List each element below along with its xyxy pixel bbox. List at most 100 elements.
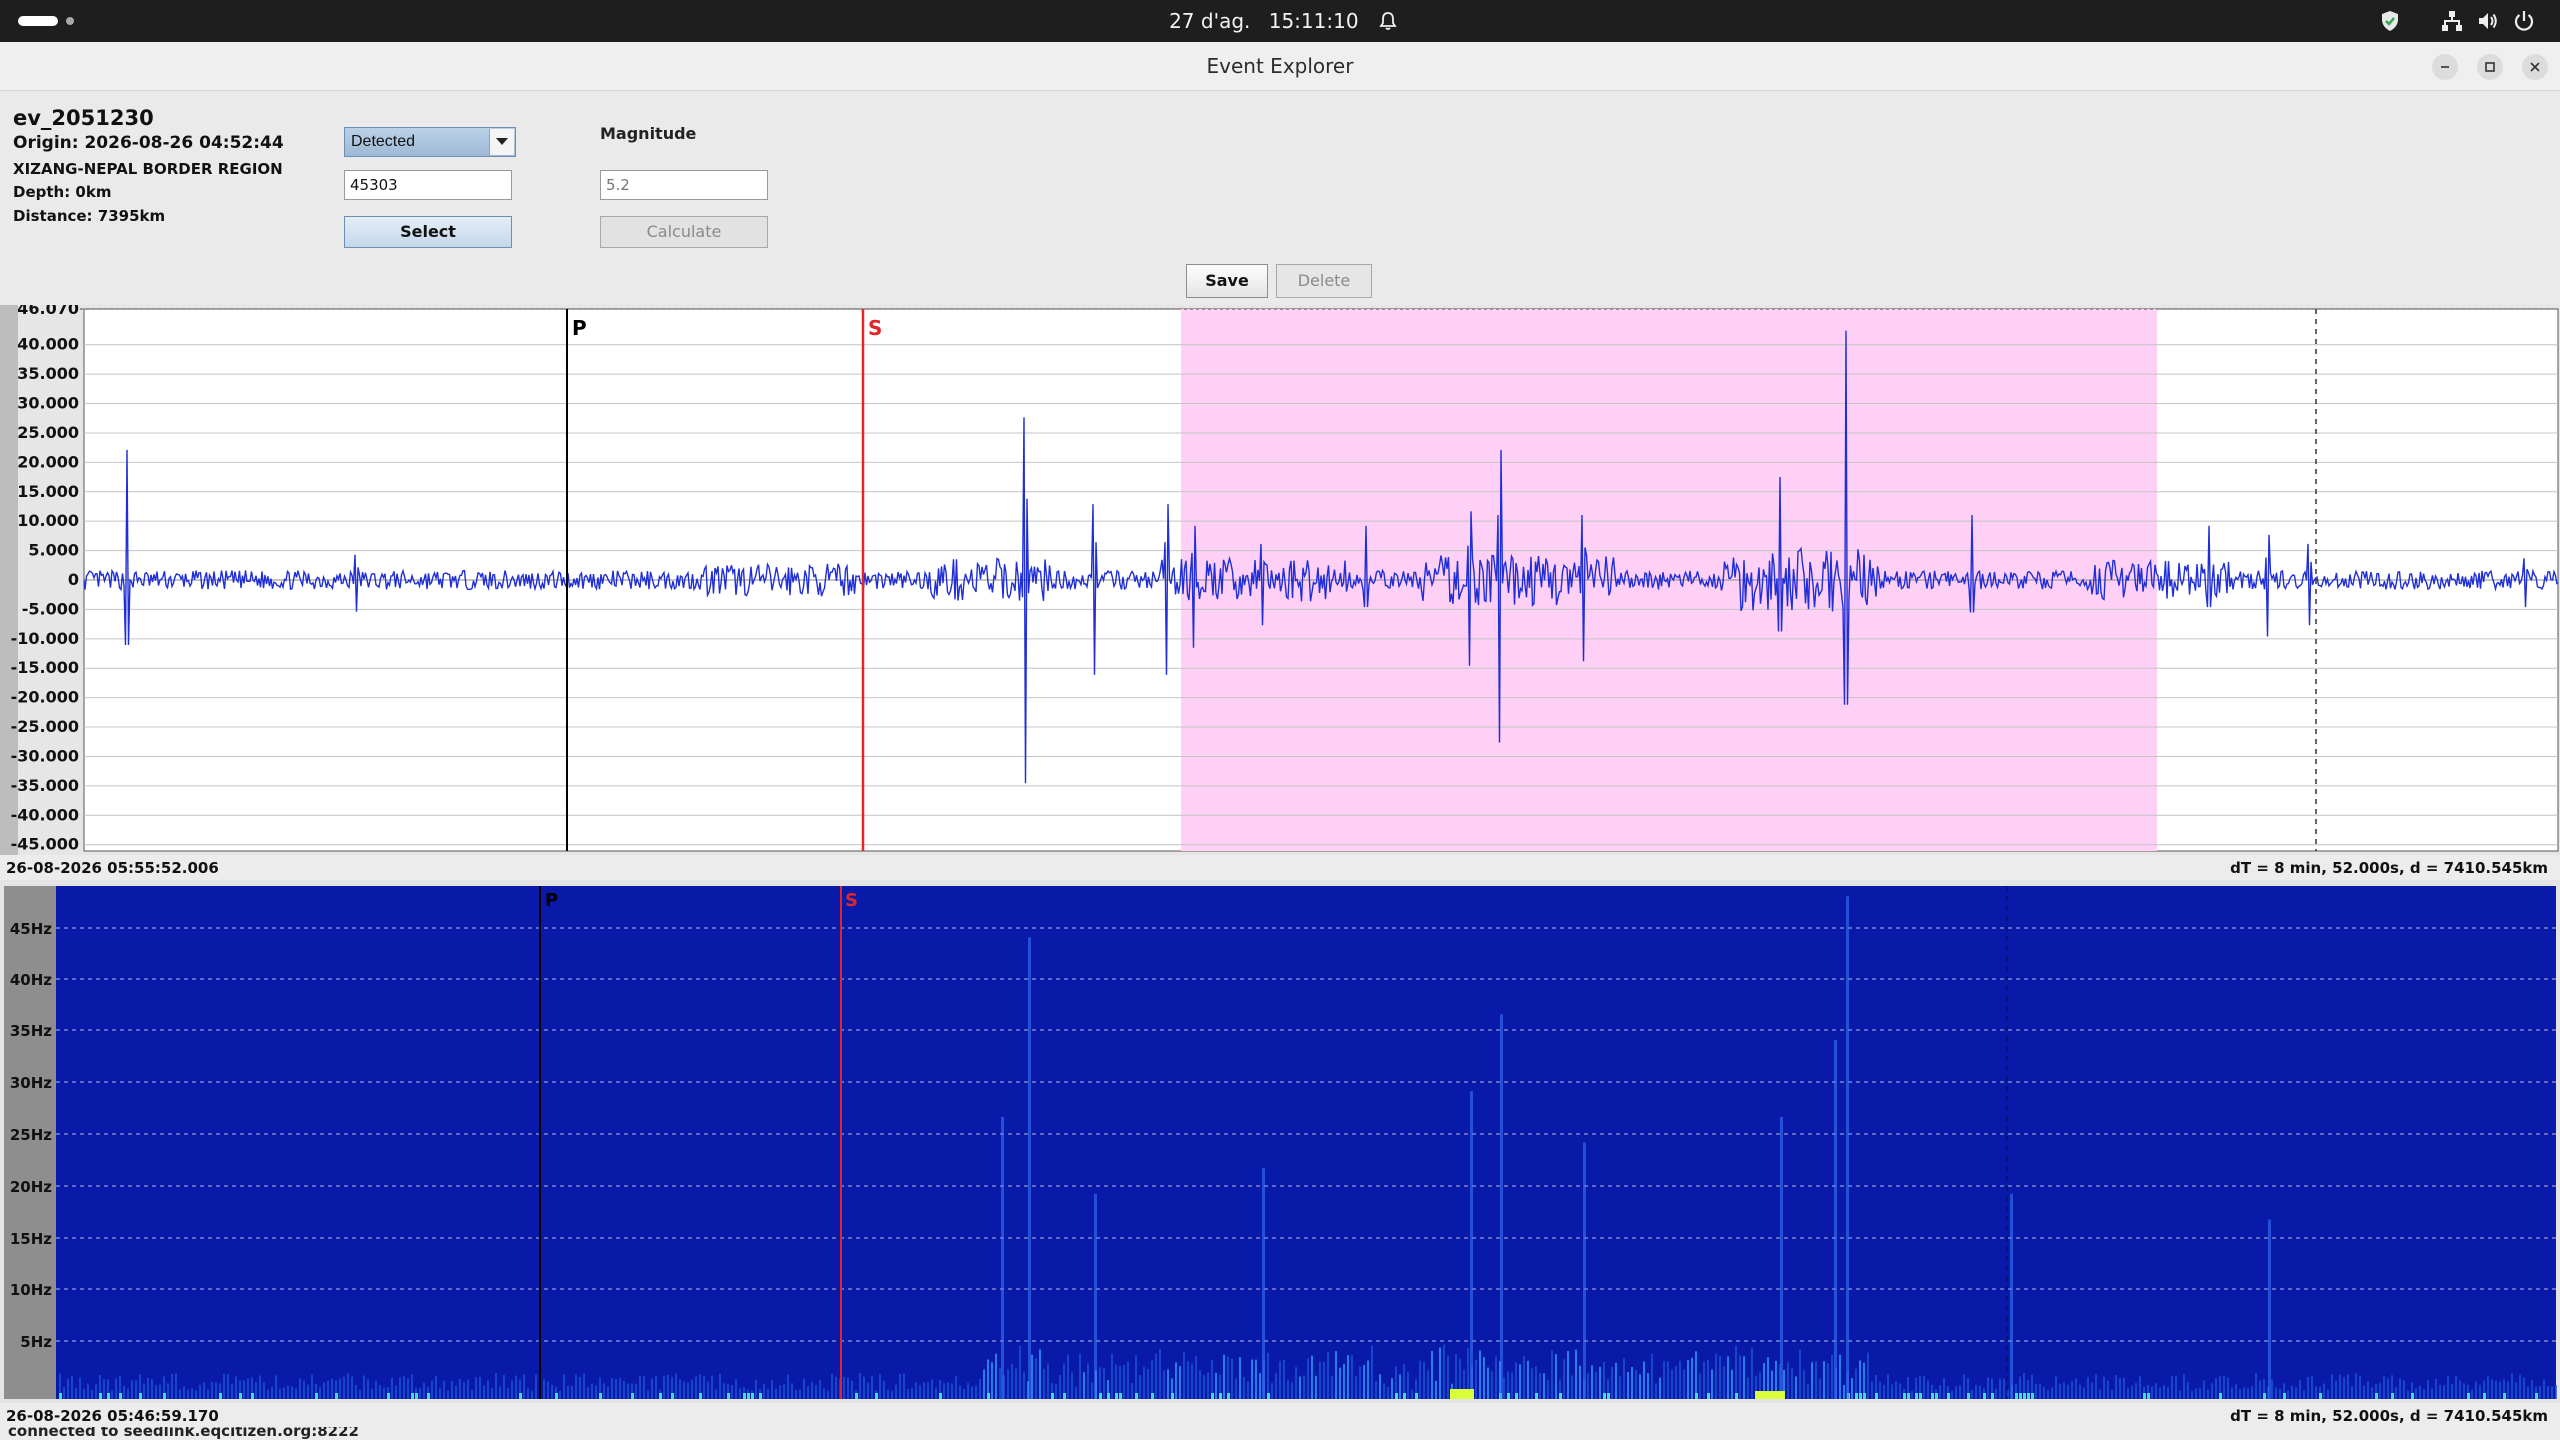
spectrogram-energy: [2203, 1380, 2205, 1399]
spectrogram-start-time: 26-08-2026 05:46:59.170: [6, 1407, 219, 1425]
spectrogram-hotspot: [2483, 1393, 2486, 1399]
spectrogram-energy: [2351, 1386, 2353, 1399]
shield-icon[interactable]: [2378, 9, 2402, 33]
spectrogram-energy: [851, 1380, 853, 1399]
network-icon[interactable]: [2440, 9, 2464, 33]
spectrogram-energy: [363, 1375, 365, 1399]
station-id-input[interactable]: [344, 170, 512, 200]
spectrogram-energy: [215, 1382, 217, 1399]
spectrogram-energy: [2079, 1384, 2081, 1399]
spectrogram-energy: [2443, 1385, 2445, 1399]
spectrogram-energy: [1795, 1376, 1797, 1399]
spectrogram-energy: [643, 1375, 645, 1399]
detection-status-select[interactable]: Detected: [344, 127, 516, 157]
spectrogram-energy: [1243, 1376, 1245, 1399]
frequency-tick-label: 45Hz: [10, 920, 52, 938]
spectrogram-energy: [1743, 1356, 1745, 1399]
spectrogram-energy: [243, 1380, 245, 1399]
spectrogram-energy: [207, 1389, 209, 1399]
spectrogram-energy: [1979, 1385, 1981, 1399]
spectrogram-energy: [2035, 1384, 2037, 1399]
spectrogram-hotspot: [315, 1393, 318, 1399]
volume-icon[interactable]: [2476, 9, 2500, 33]
spectrogram-energy: [707, 1381, 709, 1399]
spectrogram-energy: [2227, 1377, 2229, 1399]
spectrogram-energy: [151, 1379, 153, 1399]
y-tick-label: -15.000: [11, 658, 79, 677]
spectrogram-energy: [859, 1373, 861, 1399]
spectrogram-energy: [1587, 1373, 1589, 1399]
spectrogram-energy: [1247, 1381, 1249, 1399]
spectrogram-energy: [343, 1376, 345, 1399]
spectrogram-hotspot: [743, 1393, 746, 1399]
spectrogram-energy: [1175, 1362, 1177, 1399]
spectrogram-energy: [2427, 1380, 2429, 1399]
spectrogram-energy: [1899, 1383, 1901, 1399]
spectrogram-energy: [507, 1388, 509, 1399]
spectrogram-energy: [1703, 1361, 1705, 1399]
system-clock[interactable]: 27 d'ag. 15:11:10: [0, 0, 2560, 42]
spectrogram-energy: [367, 1379, 369, 1399]
spectrogram-energy: [1747, 1377, 1749, 1399]
spectrogram-energy: [319, 1387, 321, 1399]
spectrogram-energy: [1659, 1377, 1661, 1399]
spectrogram-energy: [983, 1369, 985, 1399]
spectrogram-energy: [1527, 1360, 1529, 1399]
calculate-button[interactable]: Calculate: [600, 216, 768, 248]
spectrogram-energy: [2475, 1381, 2477, 1399]
select-button[interactable]: Select: [344, 216, 512, 248]
spectrogram-energy: [2151, 1386, 2153, 1399]
spectrogram-energy: [491, 1388, 493, 1399]
spectrogram-energy: [1191, 1363, 1193, 1399]
spectrogram-event-streak: [1028, 937, 1031, 1399]
detection-status-value: Detected: [351, 133, 416, 150]
y-tick-label: -45.000: [11, 835, 79, 854]
maximize-button[interactable]: [2477, 54, 2503, 80]
spectrogram-energy: [811, 1381, 813, 1399]
spectrogram-energy: [2239, 1389, 2241, 1399]
spectrogram-energy: [871, 1375, 873, 1399]
spectrogram-energy: [1239, 1357, 1241, 1399]
spectrogram-energy: [675, 1373, 677, 1399]
close-button[interactable]: [2522, 54, 2548, 80]
spectrogram-hotspot: [939, 1393, 942, 1399]
spectrogram-energy: [2451, 1383, 2453, 1399]
spectrogram-energy: [1023, 1372, 1025, 1399]
spectrogram-energy: [1411, 1389, 1413, 1399]
dropdown-arrow[interactable]: [489, 129, 514, 155]
spectrogram-energy: [195, 1390, 197, 1399]
spectrogram-energy: [2155, 1383, 2157, 1399]
spectrogram-energy: [223, 1373, 225, 1399]
spectrogram-energy: [603, 1383, 605, 1399]
spectrogram-energy: [1831, 1354, 1833, 1399]
spectrogram-energy: [2183, 1374, 2185, 1399]
minimize-button[interactable]: [2432, 54, 2458, 80]
spectrogram-energy: [383, 1387, 385, 1399]
spectrogram-energy: [2251, 1386, 2253, 1399]
power-icon[interactable]: [2512, 9, 2536, 33]
frequency-tick-label: 40Hz: [10, 971, 52, 989]
spectrogram-energy: [1187, 1361, 1189, 1399]
delete-button[interactable]: Delete: [1276, 264, 1372, 298]
spectrogram-energy: [1087, 1363, 1089, 1399]
spectrogram-energy: [979, 1379, 981, 1399]
spectrogram-hotspot: [1863, 1393, 1866, 1399]
spectrogram-energy: [935, 1387, 937, 1399]
spectrogram-energy: [2243, 1387, 2245, 1399]
seismogram-plot[interactable]: 46.070 40.000 35.000 30.000 25.000 20.000 15.0…: [0, 305, 2560, 855]
spectrogram-hotspot: [727, 1393, 730, 1399]
spectrogram-energy: [2127, 1387, 2129, 1399]
save-button[interactable]: Save: [1186, 264, 1268, 298]
spectrogram-energy: [2075, 1378, 2077, 1399]
spectrogram-energy: [627, 1383, 629, 1399]
spectrogram-energy: [923, 1382, 925, 1399]
spectrogram-energy: [2495, 1380, 2497, 1399]
spectrogram-hotspot: [1507, 1393, 1510, 1399]
magnitude-input[interactable]: [600, 170, 768, 200]
spectrogram-plot[interactable]: 45Hz 40Hz 35Hz 30Hz 25Hz 20Hz 15Hz 10Hz 5Hz P S: [0, 880, 2560, 1403]
spectrogram-hotspot: [1859, 1393, 1862, 1399]
spectrogram-energy: [579, 1377, 581, 1399]
spectrogram-energy: [647, 1390, 649, 1399]
spectrogram-energy: [1807, 1384, 1809, 1399]
spectrogram-energy: [379, 1384, 381, 1399]
